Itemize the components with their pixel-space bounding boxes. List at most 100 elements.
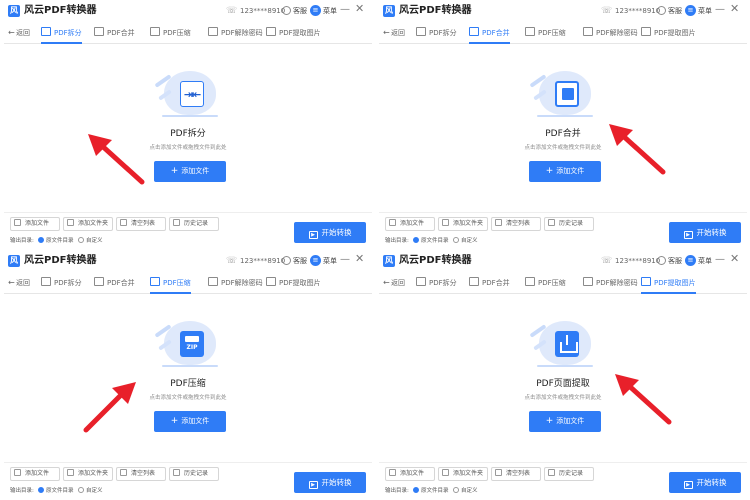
add-folder-button[interactable]: 添加文件夹: [438, 217, 488, 231]
close-button[interactable]: ✕: [355, 3, 364, 15]
clear-list-button[interactable]: 清空列表: [491, 467, 541, 481]
minimize-button[interactable]: —: [715, 254, 725, 266]
user-account[interactable]: 123****8910: [240, 256, 285, 266]
tab-pdf-merge[interactable]: PDF合并: [469, 22, 510, 44]
button-label: 历史记录: [559, 470, 584, 477]
service-icon[interactable]: [657, 256, 666, 265]
tab-pdf-split[interactable]: PDF拆分: [41, 22, 82, 44]
tab-pdf-merge[interactable]: PDF合并: [94, 22, 135, 44]
back-button[interactable]: ←返回: [8, 277, 30, 289]
start-convert-button[interactable]: ▶ 开始转换: [669, 222, 741, 243]
radio-label: 自定义: [461, 488, 478, 494]
back-button[interactable]: ←返回: [8, 27, 30, 39]
tab-pdf-extract-image[interactable]: PDF提取图片: [641, 272, 696, 294]
user-account[interactable]: 123****8910: [240, 6, 285, 16]
drop-area[interactable]: PDF合并 点击添加文件或拖拽文件到此处 + 添加文件: [379, 45, 747, 210]
tab-pdf-extract-image[interactable]: PDF提取图片: [641, 22, 696, 44]
back-button[interactable]: ←返回: [383, 277, 405, 289]
radio-source-dir[interactable]: 原文件目录: [413, 487, 449, 495]
radio-custom-dir[interactable]: 自定义: [453, 487, 478, 495]
add-file-toolbar-button[interactable]: 添加文件: [385, 467, 435, 481]
add-file-button[interactable]: + 添加文件: [529, 411, 601, 432]
phone-icon: ☏: [601, 6, 613, 16]
output-dir-label: 输出目录:: [10, 238, 34, 244]
radio-source-dir[interactable]: 原文件目录: [413, 237, 449, 245]
drop-area[interactable]: ⇥⇤ PDF拆分 点击添加文件或拖拽文件到此处 + 添加文件: [4, 45, 372, 210]
start-convert-button[interactable]: ▶ 开始转换: [294, 472, 366, 493]
minimize-button[interactable]: —: [340, 254, 350, 266]
radio-custom-dir[interactable]: 自定义: [78, 487, 103, 495]
bottom-toolbar: 添加文件 添加文件夹 清空列表 历史记录 输出目录: 原文件目录 自定义 ▶ 开始…: [4, 212, 372, 245]
menu-label[interactable]: 菜单: [698, 256, 712, 266]
minimize-button[interactable]: —: [715, 4, 725, 16]
add-folder-button[interactable]: 添加文件夹: [438, 467, 488, 481]
tab-pdf-merge[interactable]: PDF合并: [94, 272, 135, 294]
add-folder-button[interactable]: 添加文件夹: [63, 467, 113, 481]
tab-pdf-split[interactable]: PDF拆分: [416, 272, 457, 294]
menu-icon[interactable]: ≡: [685, 255, 696, 266]
add-file-button[interactable]: + 添加文件: [154, 411, 226, 432]
tab-pdf-unlock[interactable]: PDF解除密码: [583, 22, 638, 44]
history-button[interactable]: 历史记录: [544, 467, 594, 481]
tab-pdf-split[interactable]: PDF拆分: [416, 22, 457, 44]
tab-pdf-compress[interactable]: PDF压缩: [150, 22, 191, 44]
tab-pdf-unlock[interactable]: PDF解除密码: [208, 272, 263, 294]
radio-source-dir[interactable]: 原文件目录: [38, 487, 74, 495]
tab-pdf-compress[interactable]: PDF压缩: [150, 272, 191, 294]
tab-pdf-merge[interactable]: PDF合并: [469, 272, 510, 294]
radio-source-dir[interactable]: 原文件目录: [38, 237, 74, 245]
add-file-toolbar-button[interactable]: 添加文件: [10, 217, 60, 231]
add-file-button[interactable]: + 添加文件: [154, 161, 226, 182]
clear-list-button[interactable]: 清空列表: [116, 467, 166, 481]
menu-label[interactable]: 菜单: [323, 6, 337, 16]
add-folder-button[interactable]: 添加文件夹: [63, 217, 113, 231]
close-button[interactable]: ✕: [355, 253, 364, 265]
start-convert-button[interactable]: ▶ 开始转换: [669, 472, 741, 493]
service-label[interactable]: 客服: [668, 6, 682, 16]
service-icon[interactable]: [282, 256, 291, 265]
back-button[interactable]: ←返回: [383, 27, 405, 39]
tab-pdf-compress[interactable]: PDF压缩: [525, 22, 566, 44]
app-title: 风云PDF转换器: [399, 255, 472, 266]
tab-label: PDF提取图片: [279, 29, 321, 37]
minimize-button[interactable]: —: [340, 4, 350, 16]
menu-icon[interactable]: ≡: [310, 255, 321, 266]
tab-pdf-extract-image[interactable]: PDF提取图片: [266, 22, 321, 44]
app-title: 风云PDF转换器: [399, 5, 472, 16]
history-button[interactable]: 历史记录: [169, 217, 219, 231]
add-file-toolbar-button[interactable]: 添加文件: [385, 217, 435, 231]
menu-label[interactable]: 菜单: [323, 256, 337, 266]
menu-icon[interactable]: ≡: [685, 5, 696, 16]
add-file-button[interactable]: + 添加文件: [529, 161, 601, 182]
close-button[interactable]: ✕: [730, 3, 739, 15]
service-label[interactable]: 客服: [293, 256, 307, 266]
user-account[interactable]: 123****8910: [615, 6, 660, 16]
add-file-toolbar-button[interactable]: 添加文件: [10, 467, 60, 481]
service-icon[interactable]: [657, 6, 666, 15]
service-icon[interactable]: [282, 6, 291, 15]
menu-label[interactable]: 菜单: [698, 6, 712, 16]
tab-pdf-unlock[interactable]: PDF解除密码: [583, 272, 638, 294]
drop-area[interactable]: ZIP PDF压缩 点击添加文件或拖拽文件到此处 + 添加文件: [4, 295, 372, 460]
tab-pdf-split[interactable]: PDF拆分: [41, 272, 82, 294]
back-arrow-icon: ←: [8, 28, 15, 37]
service-label[interactable]: 客服: [293, 6, 307, 16]
tab-pdf-unlock[interactable]: PDF解除密码: [208, 22, 263, 44]
split-icon: ⇥⇤: [180, 81, 204, 107]
tab-pdf-extract-image[interactable]: PDF提取图片: [266, 272, 321, 294]
back-label: 返回: [391, 279, 405, 287]
drop-area[interactable]: PDF页面提取 点击添加文件或拖拽文件到此处 + 添加文件: [379, 295, 747, 460]
window-panel-compress: 风 风云PDF转换器 ☏ 123****8910 客服 ≡ 菜单 — ✕ ←返回…: [4, 250, 372, 495]
clear-list-button[interactable]: 清空列表: [491, 217, 541, 231]
close-button[interactable]: ✕: [730, 253, 739, 265]
radio-custom-dir[interactable]: 自定义: [453, 237, 478, 245]
user-account[interactable]: 123****8910: [615, 256, 660, 266]
tab-pdf-compress[interactable]: PDF压缩: [525, 272, 566, 294]
radio-custom-dir[interactable]: 自定义: [78, 237, 103, 245]
service-label[interactable]: 客服: [668, 256, 682, 266]
clear-list-button[interactable]: 清空列表: [116, 217, 166, 231]
history-button[interactable]: 历史记录: [169, 467, 219, 481]
start-convert-button[interactable]: ▶ 开始转换: [294, 222, 366, 243]
menu-icon[interactable]: ≡: [310, 5, 321, 16]
history-button[interactable]: 历史记录: [544, 217, 594, 231]
